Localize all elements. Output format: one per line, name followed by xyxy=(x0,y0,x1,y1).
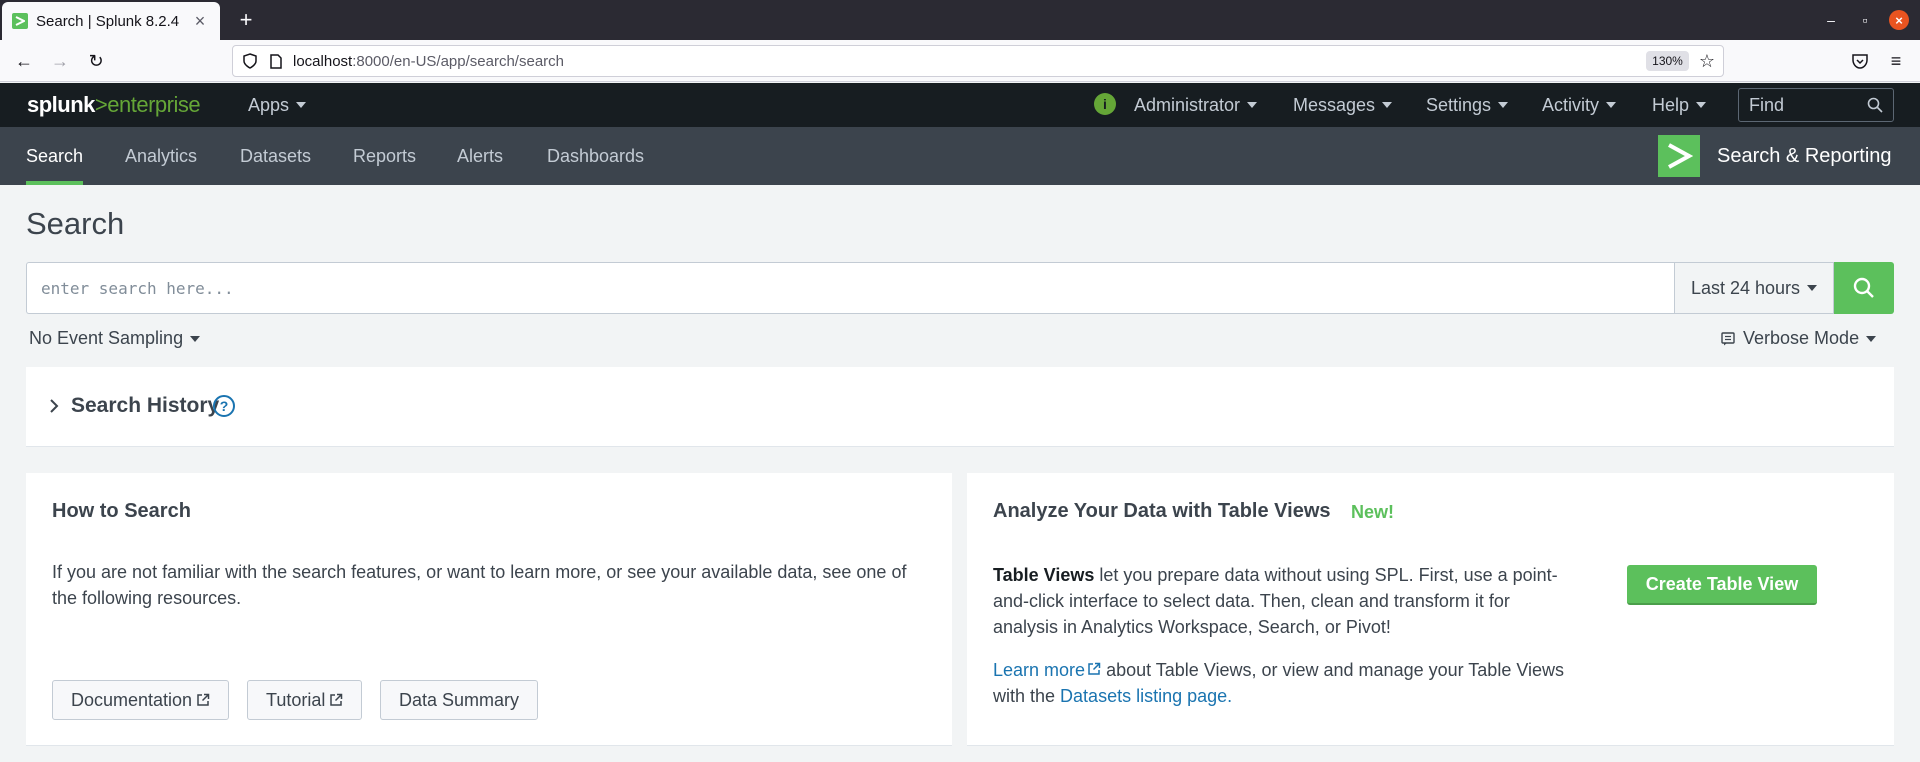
tab-dashboards[interactable]: Dashboards xyxy=(547,127,644,185)
apps-caret-icon xyxy=(296,102,307,108)
search-icon xyxy=(1853,277,1874,298)
help-question-icon[interactable]: ? xyxy=(213,395,235,417)
help-caret-icon xyxy=(1696,102,1707,108)
activity-caret-icon xyxy=(1606,102,1617,108)
page-title: Search xyxy=(26,206,125,241)
reload-icon[interactable]: ↻ xyxy=(82,47,110,75)
search-icon xyxy=(1867,97,1883,113)
messages-menu[interactable]: Messages xyxy=(1293,83,1393,127)
url-bar[interactable]: localhost:8000/en-US/app/search/search 1… xyxy=(232,45,1724,77)
tab-close-icon[interactable]: × xyxy=(190,11,210,32)
create-table-view-button[interactable]: Create Table View xyxy=(1627,565,1817,605)
splunk-header: splunk>enterprise Apps Administrator Mes… xyxy=(0,83,1920,127)
window-minimize-icon[interactable]: – xyxy=(1816,0,1846,40)
search-app-logo-icon xyxy=(1658,135,1700,177)
table-views-panel: Analyze Your Data with Table Views New! … xyxy=(967,473,1894,746)
forward-arrow-icon[interactable]: → xyxy=(46,47,74,75)
pocket-icon[interactable] xyxy=(1846,47,1874,75)
chevron-right-icon[interactable] xyxy=(48,398,60,414)
page-info-icon[interactable] xyxy=(267,52,285,70)
search-button[interactable] xyxy=(1834,262,1894,314)
how-to-search-title: How to Search xyxy=(52,500,191,522)
mode-caret-icon xyxy=(1866,335,1877,342)
zoom-level-badge[interactable]: 130% xyxy=(1646,51,1689,71)
user-caret-icon xyxy=(1247,102,1258,108)
settings-menu[interactable]: Settings xyxy=(1426,83,1509,127)
messages-caret-icon xyxy=(1382,102,1393,108)
splunk-enterprise-logo[interactable]: splunk>enterprise xyxy=(27,92,201,118)
how-to-search-panel: How to Search If you are not familiar wi… xyxy=(26,473,952,746)
search-history-panel[interactable]: Search History ? xyxy=(26,367,1894,447)
documentation-button[interactable]: Documentation xyxy=(52,680,230,720)
new-badge: New! xyxy=(1351,502,1395,522)
browser-tab[interactable]: Search | Splunk 8.2.4 × xyxy=(2,2,220,40)
external-link-icon xyxy=(1088,662,1101,675)
search-history-title[interactable]: Search History xyxy=(71,394,219,418)
how-to-search-text: If you are not familiar with the search … xyxy=(52,562,907,608)
new-tab-icon[interactable]: + xyxy=(232,6,260,34)
tab-analytics[interactable]: Analytics xyxy=(125,127,197,185)
url-text[interactable]: localhost:8000/en-US/app/search/search xyxy=(293,53,1646,70)
learn-more-link[interactable]: Learn more xyxy=(993,660,1085,680)
info-icon[interactable]: i xyxy=(1094,93,1116,115)
tab-search[interactable]: Search xyxy=(26,127,84,185)
user-menu[interactable]: Administrator xyxy=(1134,83,1258,127)
table-views-learn-more: Learn more about Table Views, or view an… xyxy=(993,660,1565,706)
app-navbar: Search Analytics Datasets Reports Alerts… xyxy=(0,127,1920,185)
apps-menu[interactable]: Apps xyxy=(248,83,307,127)
browser-navbar: ← → ↻ localhost:8000/en-US/app/search/se… xyxy=(0,40,1920,82)
splunk-favicon-icon xyxy=(12,13,28,29)
external-link-icon xyxy=(330,693,343,706)
verbose-mode-icon xyxy=(1721,331,1735,345)
help-menu[interactable]: Help xyxy=(1652,83,1707,127)
time-range-picker[interactable]: Last 24 hours xyxy=(1674,262,1834,314)
back-arrow-icon[interactable]: ← xyxy=(10,47,38,75)
bookmark-star-icon[interactable]: ☆ xyxy=(1699,51,1715,72)
tab-datasets[interactable]: Datasets xyxy=(240,127,311,185)
external-link-icon xyxy=(197,693,210,706)
data-summary-button[interactable]: Data Summary xyxy=(380,680,539,720)
window-restore-icon[interactable]: ▫ xyxy=(1850,0,1880,40)
search-bar: Last 24 hours xyxy=(26,262,1894,314)
browser-tabbar: Search | Splunk 8.2.4 × + – ▫ × xyxy=(0,0,1920,40)
tutorial-button[interactable]: Tutorial xyxy=(247,680,363,720)
tab-reports[interactable]: Reports xyxy=(353,127,416,185)
time-caret-icon xyxy=(1807,285,1818,291)
datasets-listing-link[interactable]: Datasets listing page. xyxy=(1060,686,1232,706)
window-close-icon[interactable]: × xyxy=(1884,0,1914,40)
search-input[interactable] xyxy=(26,262,1674,314)
hamburger-menu-icon[interactable]: ≡ xyxy=(1882,47,1910,75)
search-mode-dropdown[interactable]: Verbose Mode xyxy=(1721,328,1877,349)
app-title: Search & Reporting xyxy=(1717,144,1892,167)
table-views-title: Analyze Your Data with Table Views xyxy=(993,500,1331,522)
shield-icon[interactable] xyxy=(241,52,259,70)
sampling-caret-icon xyxy=(190,335,201,342)
tab-alerts[interactable]: Alerts xyxy=(457,127,503,185)
find-input[interactable]: Find xyxy=(1738,88,1894,122)
settings-caret-icon xyxy=(1498,102,1509,108)
activity-menu[interactable]: Activity xyxy=(1542,83,1617,127)
table-views-description: Table Views let you prepare data without… xyxy=(993,565,1558,637)
event-sampling-dropdown[interactable]: No Event Sampling xyxy=(29,328,201,349)
tab-title: Search | Splunk 8.2.4 xyxy=(36,12,180,30)
